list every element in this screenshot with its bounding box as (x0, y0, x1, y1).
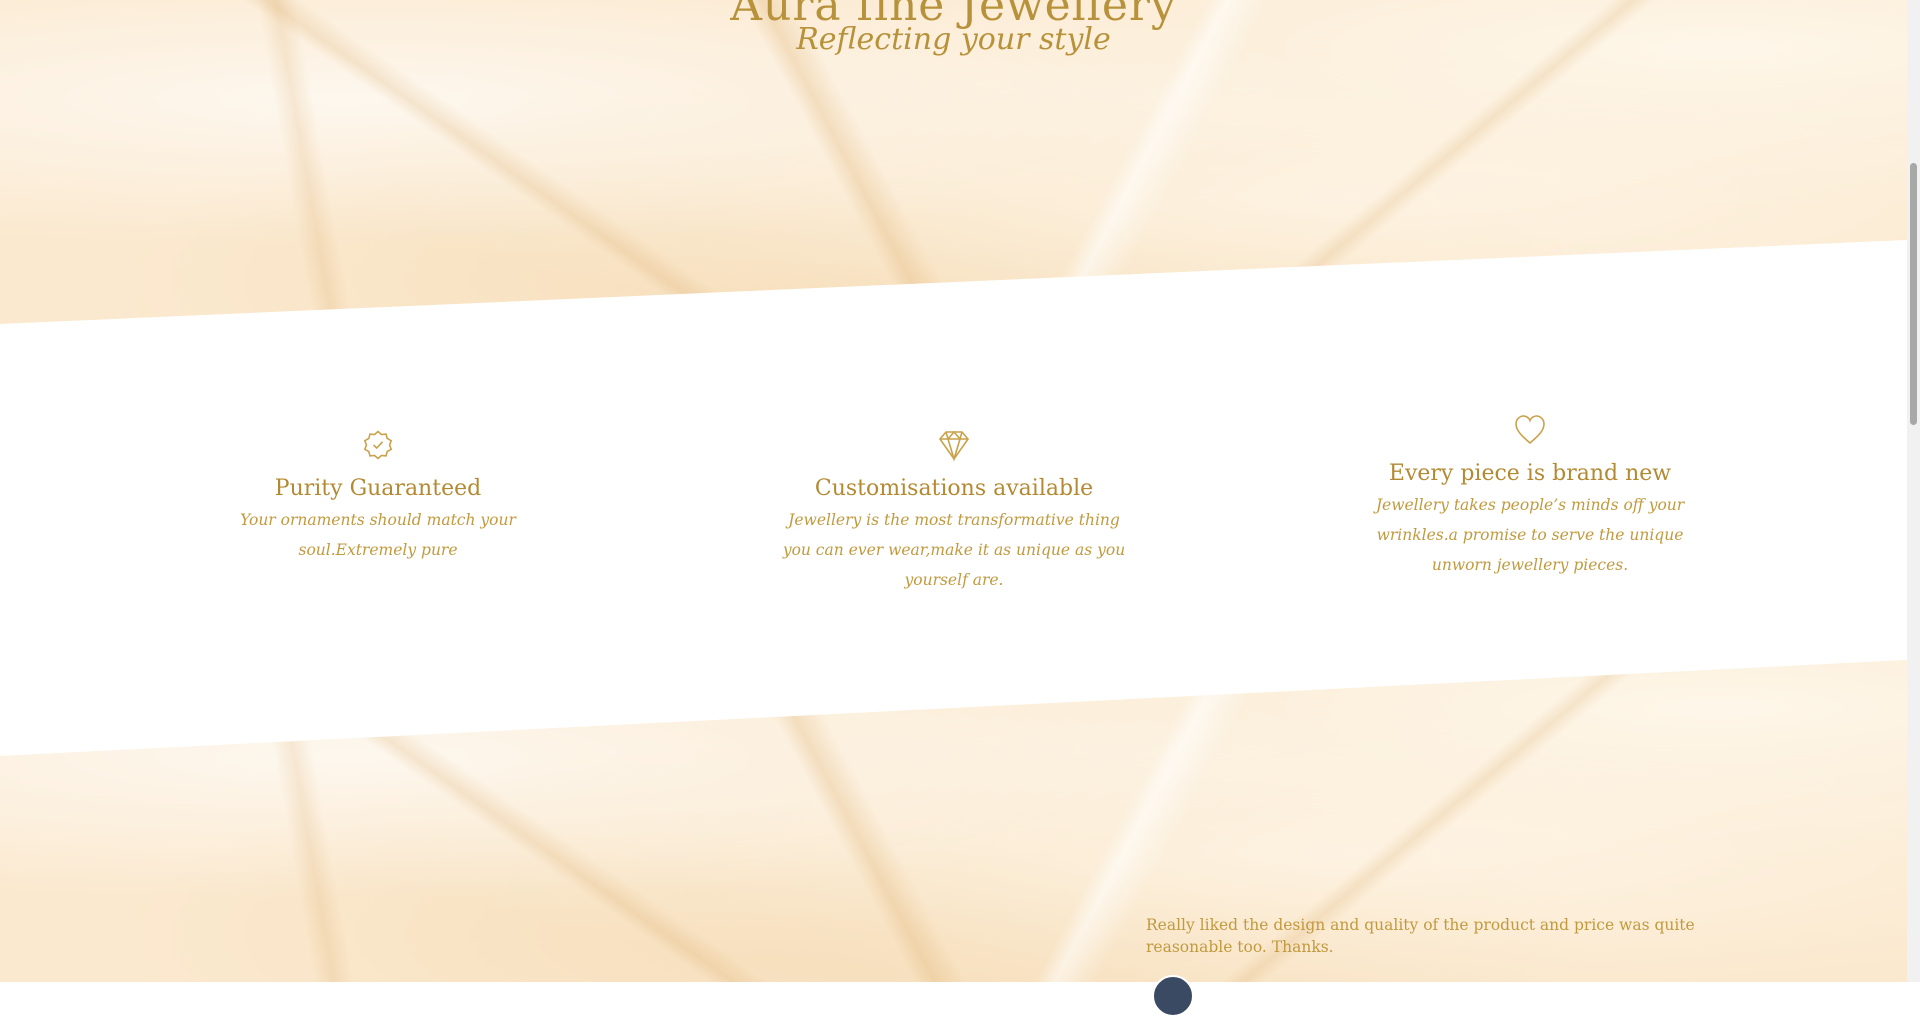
feature-title: Every piece is brand new (1388, 461, 1672, 486)
scrollbar[interactable] (1907, 0, 1920, 982)
brand-tagline: Reflecting your style (796, 22, 1111, 57)
feature-purity: Purity Guaranteed Your ornaments should … (188, 428, 568, 565)
heart-icon (1340, 413, 1720, 451)
feature-description: Your ornaments should match your soul.Ex… (240, 511, 516, 559)
badge-check-icon (188, 428, 568, 466)
scrollbar-thumb[interactable] (1910, 163, 1917, 425)
feature-customisation: Customisations available Jewellery is th… (764, 428, 1144, 595)
feature-title: Purity Guaranteed (274, 476, 482, 501)
diamond-icon (764, 428, 1144, 466)
feature-brand-new: Every piece is brand new Jewellery takes… (1340, 413, 1720, 580)
feature-description: Jewellery takes people’s minds off your … (1375, 496, 1685, 574)
feature-title: Customisations available (814, 476, 1094, 501)
testimonial-text: Really liked the design and quality of t… (1146, 916, 1695, 956)
feature-description: Jewellery is the most transformative thi… (782, 511, 1126, 589)
avatar (1152, 975, 1194, 1017)
